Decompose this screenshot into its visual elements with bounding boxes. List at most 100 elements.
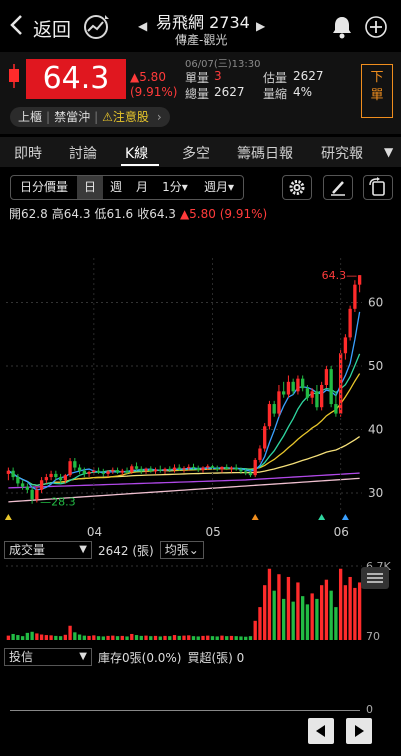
price-change-pct: (9.91%): [130, 85, 178, 99]
volume-bar: [44, 635, 49, 640]
prev-stock-arrow-icon[interactable]: ◀: [138, 19, 147, 33]
volume-indicator-dropdown[interactable]: 成交量 ▼: [4, 541, 92, 559]
signal-marker-icon: [4, 514, 12, 520]
volume-bar: [149, 636, 153, 640]
candle-body: [82, 470, 86, 474]
candle-body: [191, 466, 196, 469]
volume-bar: [6, 635, 11, 640]
minute-dropdown[interactable]: 1分▾: [155, 176, 195, 199]
dropdown-arrow-icon: ▼: [79, 651, 87, 662]
volume-bar: [54, 635, 58, 640]
candle-body: [286, 381, 291, 395]
volume-bar: [92, 635, 96, 640]
tab-chip-daily[interactable]: 籌碼日報: [237, 143, 293, 163]
panel-menu-icon[interactable]: [361, 567, 389, 589]
volume-bar: [153, 635, 158, 640]
candle-body: [172, 467, 177, 471]
investor-indicator-dropdown[interactable]: 投信 ▼: [4, 648, 92, 666]
volume-bar: [82, 635, 86, 640]
volume-bar: [305, 604, 310, 640]
volume-bar: [315, 598, 319, 640]
candle-body: [277, 391, 281, 414]
price-volume-button[interactable]: 日分價量: [11, 176, 77, 199]
investor-zero-line: [10, 710, 360, 711]
investor-indicator-label: 投信: [9, 650, 34, 664]
candle-body: [106, 471, 110, 474]
settings-button[interactable]: [282, 175, 312, 200]
tab-kline[interactable]: K線: [125, 143, 148, 163]
volume-value: 2642 (張): [98, 543, 154, 558]
tab-discussion[interactable]: 討論: [69, 143, 97, 163]
stock-tags[interactable]: 上櫃 | 禁當沖 | ⚠注意股 ›: [10, 107, 170, 127]
candle-body: [73, 461, 77, 468]
unit-volume-value: 3: [214, 69, 222, 83]
candlestick-chart[interactable]: 60 50 40 30 64.3— —28.3 04 05 06: [0, 222, 401, 540]
chevron-right-icon: ›: [156, 110, 162, 124]
candle-body: [234, 467, 238, 470]
volume-bar: [168, 636, 172, 640]
tabs-dropdown-icon[interactable]: ▼: [384, 145, 393, 159]
period-day-button[interactable]: 日: [77, 176, 103, 199]
volume-chart[interactable]: 6.7K70: [0, 560, 401, 645]
week-month-dropdown[interactable]: 週月▾: [195, 176, 243, 199]
volume-bar: [182, 635, 186, 640]
candle-body: [44, 477, 49, 481]
period-month-button[interactable]: 月: [129, 176, 155, 199]
period-week-button[interactable]: 週: [103, 176, 129, 199]
volume-bar: [163, 635, 167, 640]
candle-body: [310, 391, 314, 398]
candle-body: [267, 404, 272, 427]
volume-bar: [77, 634, 82, 640]
stock-title: 易飛網 2734: [156, 13, 250, 32]
candle-body: [139, 468, 143, 471]
candle-body: [282, 391, 286, 395]
candle-body: [87, 471, 91, 474]
tab-research[interactable]: 研究報: [321, 143, 371, 163]
volume-bar: [244, 636, 248, 640]
ohlc-summary: 開62.8 高64.3 低61.6 收64.3 ▲5.80 (9.91%): [9, 205, 267, 222]
candle-body: [301, 378, 305, 389]
stock-sector: 傳產-觀光: [175, 33, 228, 47]
rotate-button[interactable]: [363, 175, 393, 200]
volume-bar: [16, 635, 20, 640]
draw-tool-button[interactable]: [323, 175, 353, 200]
volume-indicator-label: 成交量: [9, 543, 46, 557]
bell-icon[interactable]: [331, 15, 353, 39]
signal-marker-icon: [251, 514, 259, 520]
investor-header: 投信 ▼ 庫存0張(0.0%) 買超(張) 0: [4, 648, 244, 666]
volume-bar: [248, 636, 253, 640]
candle-body: [220, 466, 224, 470]
refresh-chart-icon[interactable]: [82, 13, 110, 41]
open-value: 開62.8: [9, 207, 48, 221]
candle-body: [291, 381, 295, 392]
quote-timestamp: 06/07(三)13:30: [185, 59, 261, 70]
back-chevron-icon[interactable]: [8, 14, 26, 36]
x-tick-label: 06: [334, 525, 349, 539]
volume-bar: [196, 636, 200, 640]
add-watchlist-icon[interactable]: [365, 16, 387, 38]
tab-bull-bear[interactable]: 多空: [182, 143, 210, 163]
low-value: 低61.6: [94, 207, 134, 221]
candle-body: [201, 467, 205, 471]
candle-body: [357, 275, 362, 285]
volume-bar: [234, 636, 238, 640]
back-button[interactable]: 返回: [33, 15, 71, 42]
volume-bar: [63, 634, 67, 640]
volume-bar: [215, 636, 219, 640]
order-button[interactable]: 下單: [361, 64, 393, 118]
ma10-line: [8, 353, 361, 486]
candle-body: [25, 486, 30, 490]
candle-body: [177, 467, 181, 470]
scroll-left-button[interactable]: [308, 718, 334, 744]
next-stock-arrow-icon[interactable]: ▶: [256, 19, 265, 33]
scroll-right-button[interactable]: [346, 718, 372, 744]
tab-realtime[interactable]: 即時: [14, 143, 42, 163]
candle-body: [258, 448, 262, 460]
triangle-left-icon: [316, 725, 325, 737]
candle-body: [353, 284, 357, 309]
dropdown-arrow-icon: ▼: [79, 544, 87, 555]
vol-shrink-value: 4%: [293, 85, 313, 99]
candle-body: [96, 470, 101, 473]
volume-ma-dropdown[interactable]: 均張⌄: [159, 541, 204, 559]
candle-body: [263, 426, 267, 449]
